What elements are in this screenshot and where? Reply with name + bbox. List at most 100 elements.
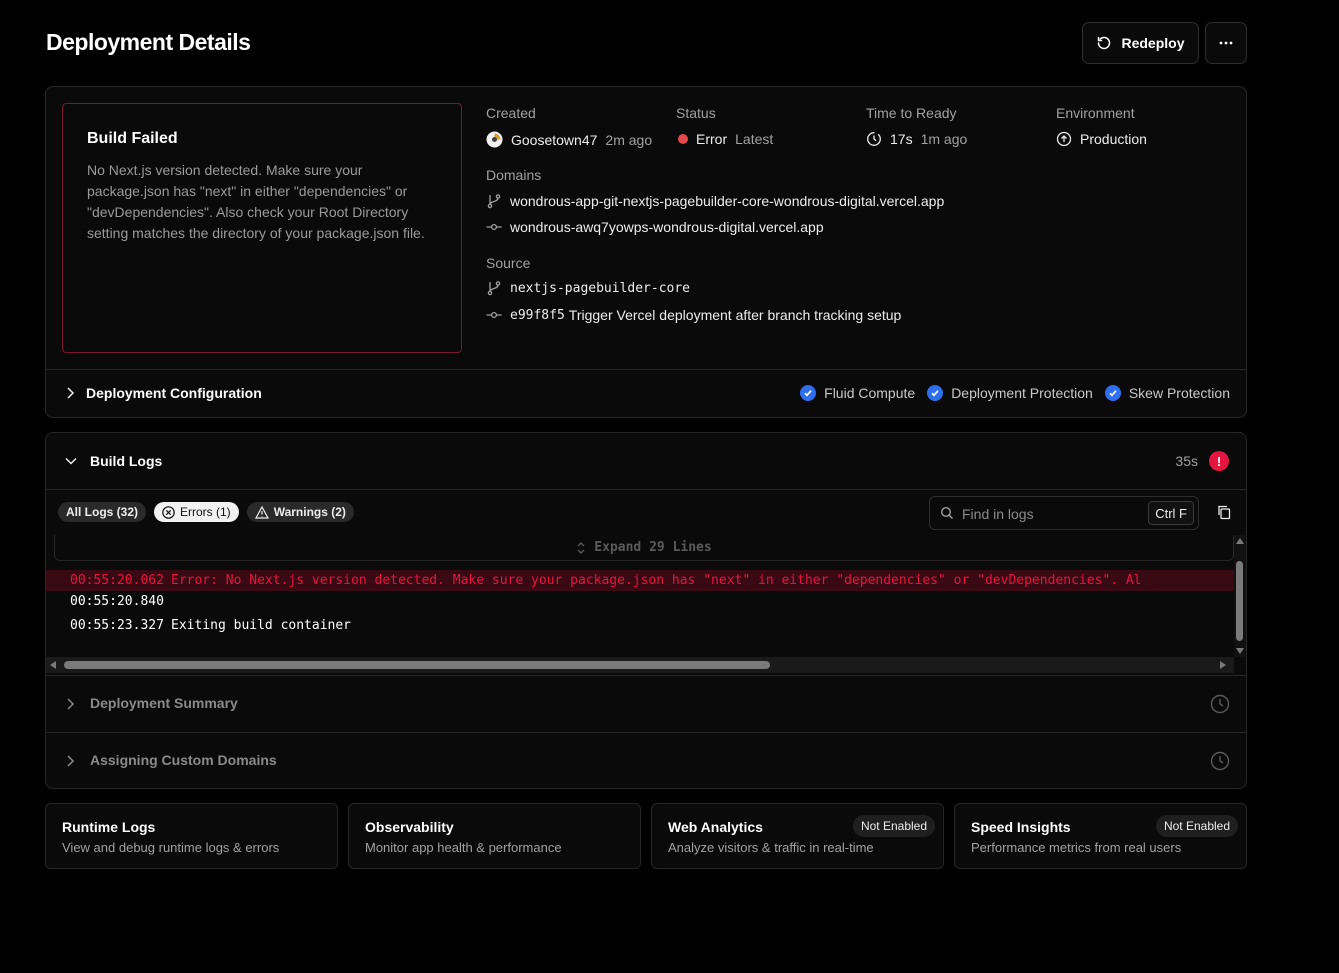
status-text: Error (696, 131, 728, 147)
created-user[interactable]: Goosetown47 (511, 132, 597, 148)
observability-card[interactable]: Observability Monitor app health & perfo… (348, 803, 641, 869)
log-text: Exiting build container (171, 618, 352, 633)
runtime-logs-title: Runtime Logs (62, 819, 156, 835)
environment-label: Environment (1056, 105, 1135, 121)
log-timestamp: 00:55:23.327 (70, 618, 164, 633)
commit-hash[interactable]: e99f8f5 (510, 308, 565, 323)
filter-warnings[interactable]: Warnings (2) (246, 502, 354, 522)
log-line-error[interactable]: 00:55:20.062 Error: No Next.js version d… (46, 570, 1234, 591)
x-circle-icon (162, 505, 175, 519)
web-analytics-card[interactable]: Web Analytics Analyze visitors & traffic… (651, 803, 944, 869)
environment-value: Production (1056, 131, 1147, 147)
feature-list: Fluid Compute Deployment Protection Skew… (800, 385, 1230, 401)
expand-label: Expand 29 Lines (594, 540, 712, 555)
horizontal-scrollbar[interactable] (46, 657, 1234, 673)
timer-icon (866, 131, 882, 147)
deployment-summary-title: Deployment Summary (90, 695, 238, 711)
log-line[interactable]: 00:55:20.840 (46, 591, 1234, 612)
filter-warnings-label: Warnings (2) (273, 505, 346, 519)
source-commit[interactable]: e99f8f5 Trigger Vercel deployment after … (486, 307, 901, 323)
check-circle-icon (1104, 385, 1121, 401)
web-analytics-subtitle: Analyze visitors & traffic in real-time (668, 840, 874, 855)
domains-label: Domains (486, 167, 542, 183)
scroll-right-icon[interactable] (1220, 661, 1226, 669)
environment-text: Production (1080, 131, 1147, 147)
clock-icon (1210, 694, 1230, 714)
redeploy-button[interactable]: Redeploy (1082, 22, 1199, 64)
build-duration: 35s (1175, 453, 1198, 469)
error-status-dot (678, 134, 688, 144)
commit-message: Trigger Vercel deployment after branch t… (568, 307, 902, 323)
observability-title: Observability (365, 819, 454, 835)
domain-text[interactable]: wondrous-awq7yowps-wondrous-digital.verc… (510, 219, 824, 235)
branch-name[interactable]: nextjs-pagebuilder-core (510, 281, 690, 296)
scroll-up-icon[interactable] (1236, 538, 1244, 544)
created-label: Created (486, 105, 536, 121)
horizontal-scroll-thumb[interactable] (64, 661, 770, 669)
scroll-left-icon[interactable] (50, 661, 56, 669)
status-value: Error Latest (678, 131, 773, 147)
scroll-down-icon[interactable] (1236, 648, 1244, 654)
log-search: Ctrl F (929, 496, 1199, 530)
log-text: Error: No Next.js version detected. Make… (171, 573, 1142, 588)
speed-insights-subtitle: Performance metrics from real users (971, 840, 1182, 855)
runtime-logs-subtitle: View and debug runtime logs & errors (62, 840, 280, 855)
copy-icon[interactable] (1216, 504, 1232, 520)
filter-all-logs[interactable]: All Logs (32) (58, 502, 147, 522)
speed-insights-card[interactable]: Speed Insights Performance metrics from … (954, 803, 1247, 869)
runtime-logs-card[interactable]: Runtime Logs View and debug runtime logs… (45, 803, 338, 869)
arrow-up-circle-icon (1056, 131, 1072, 147)
expand-lines-button[interactable]: Expand 29 Lines (54, 535, 1234, 561)
build-logs-title: Build Logs (90, 453, 163, 469)
domain-link[interactable]: wondrous-app-git-nextjs-pagebuilder-core… (486, 193, 944, 209)
vertical-scrollbar[interactable] (1234, 535, 1246, 657)
domain-link[interactable]: wondrous-awq7yowps-wondrous-digital.verc… (486, 219, 824, 235)
search-shortcut: Ctrl F (1148, 501, 1194, 525)
source-branch[interactable]: nextjs-pagebuilder-core (486, 280, 690, 296)
git-commit-icon (486, 219, 502, 235)
observability-subtitle: Monitor app health & performance (365, 840, 562, 855)
created-time: 2m ago (605, 131, 653, 148)
log-timestamp: 00:55:20.840 (70, 594, 164, 609)
chevron-right-icon (64, 754, 76, 768)
filter-errors[interactable]: Errors (1) (154, 502, 239, 522)
log-viewer[interactable]: Expand 29 Lines 00:55:20.062 Error: No N… (46, 535, 1246, 675)
created-value: Goosetown47 2m ago (486, 131, 652, 148)
build-logs-card: Build Logs 35s ! All Logs (32) Errors (1… (45, 432, 1247, 789)
chevron-right-icon (64, 697, 76, 711)
log-timestamp: 00:55:20.062 (70, 573, 164, 588)
avatar (486, 131, 503, 148)
filter-errors-label: Errors (1) (180, 505, 231, 519)
not-enabled-badge: Not Enabled (1155, 815, 1238, 837)
build-failed-panel: Build Failed No Next.js version detected… (62, 103, 462, 353)
page-title: Deployment Details (46, 29, 251, 55)
warning-triangle-icon (254, 505, 269, 519)
deployment-configuration-toggle[interactable]: Deployment Configuration Fluid Compute D… (46, 369, 1246, 417)
redeploy-label: Redeploy (1121, 35, 1185, 51)
deployment-summary-card: Build Failed No Next.js version detected… (45, 86, 1247, 418)
check-circle-icon (800, 385, 817, 401)
chevron-down-icon (64, 455, 78, 467)
feature-item: Skew Protection (1104, 385, 1230, 401)
domain-text[interactable]: wondrous-app-git-nextjs-pagebuilder-core… (510, 193, 944, 209)
redeploy-icon (1096, 35, 1112, 51)
vertical-scroll-thumb[interactable] (1236, 561, 1243, 641)
time-to-ready: 17s (890, 131, 913, 147)
deployment-summary-toggle[interactable]: Deployment Summary (46, 675, 1246, 732)
web-analytics-title: Web Analytics (668, 819, 763, 835)
assigning-domains-title: Assigning Custom Domains (90, 752, 277, 768)
source-label: Source (486, 255, 531, 271)
filter-all-label: All Logs (32) (66, 505, 139, 519)
log-line[interactable]: 00:55:23.327 Exiting build container (46, 615, 1234, 636)
clock-icon (1210, 751, 1230, 771)
assigning-domains-toggle[interactable]: Assigning Custom Domains (46, 732, 1246, 789)
deployment-configuration-title: Deployment Configuration (86, 385, 262, 401)
git-branch-icon (486, 193, 502, 209)
more-options-button[interactable] (1205, 22, 1247, 64)
search-icon (940, 506, 954, 520)
feature-label: Skew Protection (1128, 385, 1230, 401)
search-input[interactable] (962, 504, 1142, 524)
build-failed-message: No Next.js version detected. Make sure y… (87, 162, 425, 241)
build-logs-toggle[interactable]: Build Logs 35s ! (46, 433, 1246, 490)
speed-insights-title: Speed Insights (971, 819, 1071, 835)
